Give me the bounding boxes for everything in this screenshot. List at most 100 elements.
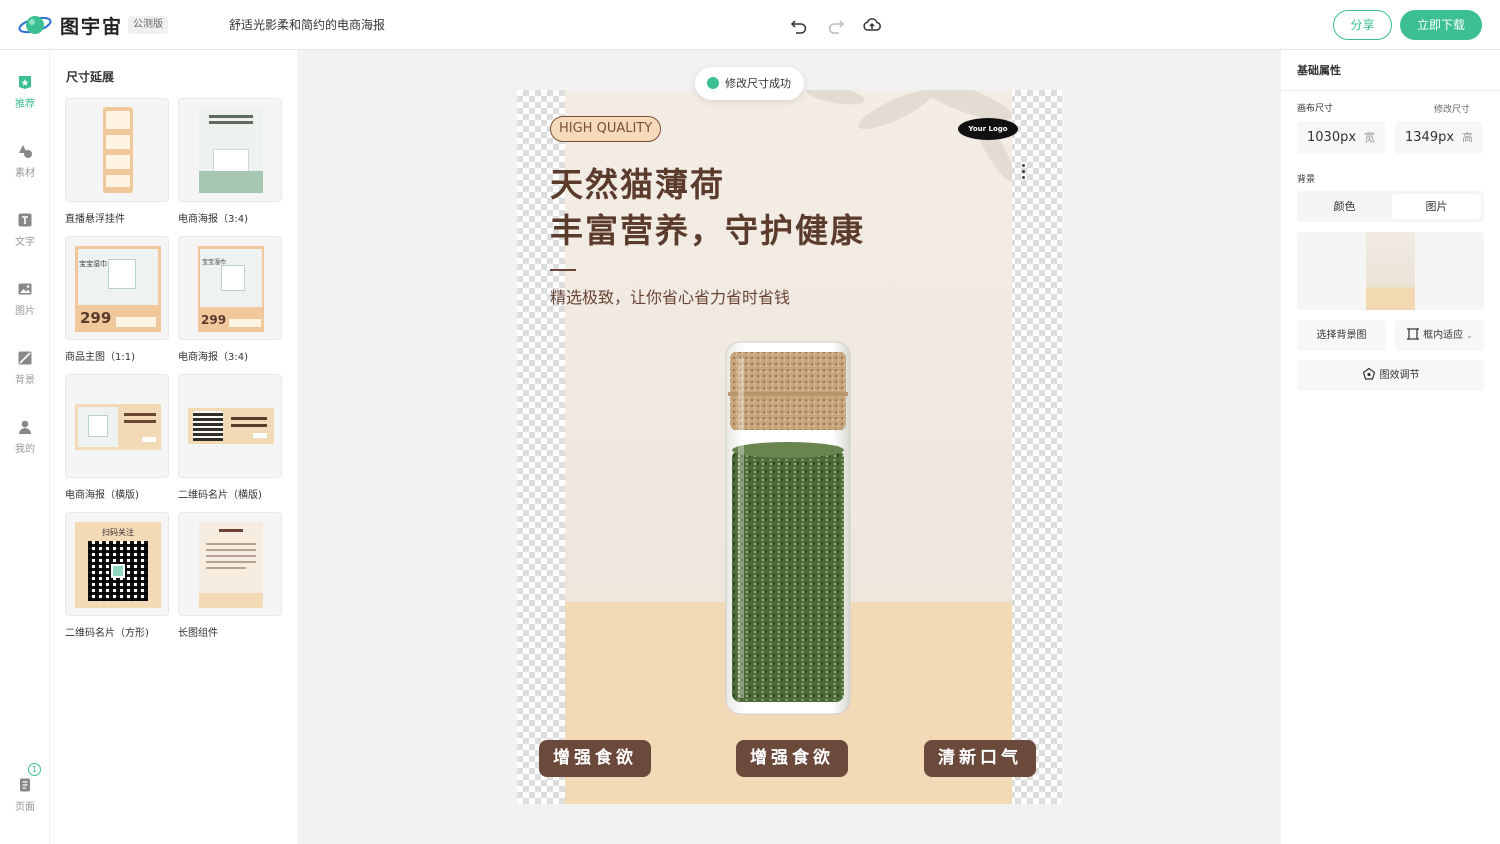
feature-tag[interactable]: 清新口气 xyxy=(924,740,1036,777)
check-circle-icon xyxy=(707,77,719,89)
thumb-price-text: 299 xyxy=(80,309,112,327)
rail-item-mine[interactable]: 我的 xyxy=(0,419,50,469)
height-input[interactable]: 1349px 高 xyxy=(1395,121,1483,154)
headline-line-2[interactable]: 丰富营养，守护健康 xyxy=(550,204,865,252)
template-card[interactable]: 电商海报（横版) xyxy=(65,374,169,501)
thumb-price-text: 299 xyxy=(201,313,227,327)
template-card[interactable]: 二维码名片（横版) xyxy=(178,374,282,501)
background-label: 背景 xyxy=(1297,175,1316,185)
page-count-badge: 1 xyxy=(28,763,41,776)
rail-item-text[interactable]: 文字 xyxy=(0,212,50,262)
template-thumbnail xyxy=(178,98,282,202)
bg-tab-image[interactable]: 图片 xyxy=(1392,194,1481,219)
panel-title: 尺寸延展 xyxy=(66,70,115,84)
pages-icon xyxy=(20,778,30,792)
undo-icon[interactable] xyxy=(789,15,809,35)
width-value: 1030px xyxy=(1307,130,1357,145)
more-options-icon[interactable] xyxy=(1017,162,1029,188)
chevron-down-icon: ⌄ xyxy=(1466,331,1473,340)
template-thumbnail xyxy=(178,374,282,478)
user-icon xyxy=(19,420,31,434)
share-button[interactable]: 分享 xyxy=(1333,10,1392,40)
leaf-shadow-decoration xyxy=(805,90,1012,182)
poster-subline[interactable]: 精选极致，让你省心省力省时省钱 xyxy=(550,284,790,308)
bg-tab-color[interactable]: 颜色 xyxy=(1300,194,1389,219)
image-icon xyxy=(18,283,32,295)
rail-item-recommend[interactable]: 推荐 xyxy=(0,74,50,124)
download-button[interactable]: 立即下载 xyxy=(1400,10,1482,40)
template-label: 电商海报（3:4) xyxy=(178,352,248,363)
template-label: 长图组件 xyxy=(178,628,218,639)
template-thumbnail xyxy=(65,98,169,202)
rail-item-pages[interactable]: 1 页面 xyxy=(0,763,50,827)
template-thumbnail xyxy=(178,512,282,616)
template-thumbnail: 宝宝湿巾 299 xyxy=(178,236,282,340)
your-logo-placeholder[interactable]: Your Logo xyxy=(958,118,1018,140)
recommend-icon xyxy=(19,76,31,89)
background-icon xyxy=(18,351,32,365)
rail-item-background[interactable]: 背景 xyxy=(0,350,50,400)
template-panel: 尺寸延展 直播悬浮挂件 电商海报（3:4) 宝宝湿巾 299 商品主图（1:1)… xyxy=(50,50,297,844)
top-bar: 图宇宙 公测版 舒适光影柔和简约的电商海报 分享 立即下载 xyxy=(0,0,1500,50)
feature-tag[interactable]: 增强食欲 xyxy=(539,740,651,777)
high-quality-badge[interactable]: HIGH QUALITY xyxy=(550,116,662,142)
background-type-toggle: 颜色 图片 xyxy=(1297,191,1484,222)
toast-text: 修改尺寸成功 xyxy=(725,77,791,90)
document-title[interactable]: 舒适光影柔和简约的电商海报 xyxy=(229,16,385,33)
template-card[interactable]: 扫码关注 二维码名片（方形) xyxy=(65,512,169,639)
feature-tag[interactable]: 增强食欲 xyxy=(736,740,848,777)
template-thumbnail: 扫码关注 xyxy=(65,512,169,616)
template-card[interactable]: 宝宝湿巾 299 商品主图（1:1) xyxy=(65,236,169,363)
template-thumbnail xyxy=(65,374,169,478)
cloud-save-icon[interactable] xyxy=(862,15,882,35)
template-thumbnail: 宝宝湿巾 299 xyxy=(65,236,169,340)
background-preview[interactable] xyxy=(1297,232,1484,310)
height-unit: 高 xyxy=(1462,131,1473,144)
rail-item-assets[interactable]: 素材 xyxy=(0,143,50,193)
shapes-icon xyxy=(19,145,32,158)
properties-title: 基础属性 xyxy=(1297,64,1341,77)
rail-label: 图片 xyxy=(15,306,35,317)
planet-logo-icon[interactable] xyxy=(18,11,52,39)
fit-frame-icon xyxy=(1407,328,1420,340)
rail-label: 推荐 xyxy=(15,99,35,110)
panel-divider xyxy=(1281,90,1500,91)
modify-size-link[interactable]: 修改尺寸 xyxy=(1434,102,1470,115)
herb-jar-image[interactable] xyxy=(720,338,856,722)
template-card[interactable]: 电商海报（3:4) xyxy=(178,98,282,225)
rail-item-images[interactable]: 图片 xyxy=(0,281,50,331)
canvas-workspace[interactable]: 修改尺寸成功 HIGH QUALITY Your Logo 天然猫薄荷 丰富营养… xyxy=(297,50,1281,844)
choose-background-button[interactable]: 选择背景图 xyxy=(1297,320,1386,351)
left-tool-rail: 推荐 素材 文字 图片 背景 我的 1 页面 xyxy=(0,50,50,844)
template-card[interactable]: 直播悬浮挂件 xyxy=(65,98,169,225)
fit-mode-label: 框内适应 xyxy=(1423,330,1464,341)
thumb-scan-text: 扫码关注 xyxy=(102,528,134,537)
rail-label: 素材 xyxy=(15,168,35,179)
redo-icon[interactable] xyxy=(826,15,846,35)
properties-panel: 基础属性 画布尺寸 修改尺寸 1030px 宽 1349px 高 背景 颜色 图… xyxy=(1281,50,1500,844)
beta-badge: 公测版 xyxy=(128,16,168,34)
headline-divider xyxy=(550,269,576,271)
template-card[interactable]: 宝宝湿巾 299 电商海报（3:4) xyxy=(178,236,282,363)
width-input[interactable]: 1030px 宽 xyxy=(1297,121,1385,154)
canvas-size-label: 画布尺寸 xyxy=(1297,104,1334,114)
template-label: 二维码名片（横版) xyxy=(178,490,262,501)
headline-line-1[interactable]: 天然猫薄荷 xyxy=(550,158,725,206)
fit-mode-dropdown[interactable]: 框内适应 ⌄ xyxy=(1395,320,1484,351)
rail-label: 页面 xyxy=(15,802,35,813)
template-card[interactable]: 长图组件 xyxy=(178,512,282,639)
template-label: 电商海报（横版) xyxy=(65,490,139,501)
height-value: 1349px xyxy=(1405,130,1455,145)
thumb-brand-text: 宝宝湿巾 xyxy=(202,259,227,266)
template-label: 商品主图（1:1) xyxy=(65,352,135,363)
template-label: 二维码名片（方形) xyxy=(65,628,149,639)
effect-adjust-label: 图效调节 xyxy=(1379,370,1420,381)
effect-adjust-button[interactable]: 图效调节 xyxy=(1297,360,1484,391)
template-label: 电商海报（3:4) xyxy=(178,214,248,225)
template-label: 直播悬浮挂件 xyxy=(65,214,125,225)
adjust-effect-icon xyxy=(1362,367,1375,380)
brand-name[interactable]: 图宇宙 xyxy=(60,12,123,39)
thumb-brand-text: 宝宝湿巾 xyxy=(79,260,107,268)
rail-label: 我的 xyxy=(15,444,35,455)
success-toast: 修改尺寸成功 xyxy=(695,67,804,100)
